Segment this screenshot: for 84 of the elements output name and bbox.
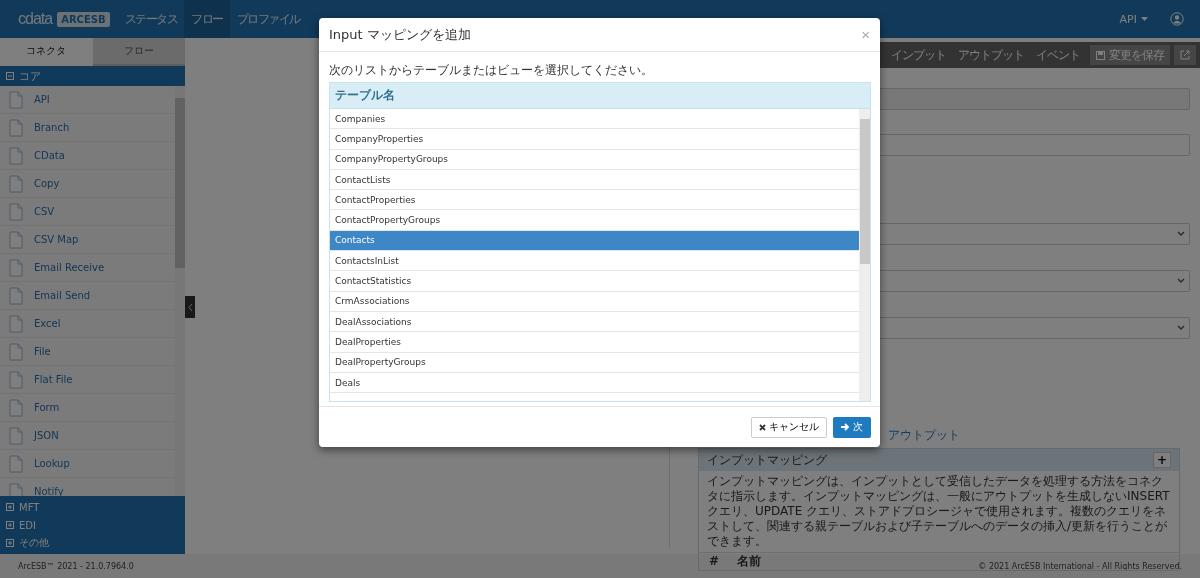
save-icon xyxy=(1096,50,1105,60)
product-badge: ARCESB xyxy=(57,11,110,27)
table-row[interactable]: ContactStatistics xyxy=(330,271,859,292)
document-icon xyxy=(8,454,24,473)
table-row[interactable]: DealAssociations xyxy=(330,311,859,333)
category-header[interactable]: EDI xyxy=(19,519,36,531)
chevron-down-icon xyxy=(1177,325,1185,331)
caret-icon xyxy=(1141,17,1148,21)
document-icon xyxy=(8,482,24,496)
description-text: インプットマッピングは、インプットとして受信したデータを処理する方法をコネクタに指示します。インプットマッピングは、一般にアウトプットを生成しないINSERT クエリ、UPDATE クエリ、ストアドプロシージャで使用されます。複数のクエリをネストして、関連する親テーブルおよび子テーブルへのデータの挿入/更新を行うことができます。 xyxy=(699,471,1179,553)
document-icon xyxy=(8,90,24,109)
table-row[interactable]: CompanyProperties xyxy=(330,129,859,150)
user-menu[interactable]: API xyxy=(1119,12,1148,26)
external-link-button[interactable] xyxy=(1174,45,1196,65)
connector-item[interactable]: Flat File xyxy=(0,366,175,394)
scrollbar[interactable] xyxy=(859,109,870,401)
table-row[interactable]: CrmAssociations xyxy=(330,291,859,312)
version-text: ArcESB™ 2021 - 21.0.7964.0 xyxy=(18,561,134,571)
instruction-text: 次のリストからテーブルまたはビューを選択してください。 xyxy=(329,62,654,79)
table-row[interactable]: DealProperties xyxy=(330,332,859,353)
next-button[interactable]: 次 xyxy=(833,416,871,438)
table-row[interactable]: ContactPropertyGroups xyxy=(330,210,859,231)
document-icon xyxy=(8,398,24,417)
user-icon[interactable] xyxy=(1170,12,1184,26)
table-row[interactable]: Contacts xyxy=(330,230,859,252)
external-link-icon xyxy=(1180,50,1190,60)
connector-item[interactable]: Lookup xyxy=(0,450,175,478)
add-button[interactable]: + xyxy=(1153,452,1171,468)
expand-icon[interactable] xyxy=(6,521,14,529)
close-icon xyxy=(759,423,766,431)
category-header[interactable]: コア xyxy=(19,68,41,84)
cancel-button[interactable]: キャンセル xyxy=(751,416,827,438)
connector-item[interactable]: CSV Map xyxy=(0,226,175,254)
card-title: インプットマッピング xyxy=(707,451,827,469)
document-icon xyxy=(8,202,24,221)
connector-item[interactable]: Email Receive xyxy=(0,254,175,282)
connector-item[interactable]: API xyxy=(0,86,175,114)
table-row[interactable]: Companies xyxy=(330,109,859,130)
nav-item[interactable]: フロー xyxy=(184,0,230,38)
connector-item[interactable]: CSV xyxy=(0,198,175,226)
column-header: テーブル名 xyxy=(330,83,870,109)
document-icon xyxy=(8,174,24,193)
collapse-handle[interactable] xyxy=(185,296,195,318)
connector-item[interactable]: File xyxy=(0,338,175,366)
category-header[interactable]: MFT xyxy=(19,501,40,513)
logo: cdata xyxy=(18,10,53,28)
column-header: # xyxy=(709,554,720,569)
connector-item[interactable]: Copy xyxy=(0,170,175,198)
connector-item[interactable]: Form xyxy=(0,394,175,422)
connector-item[interactable]: Excel xyxy=(0,310,175,338)
chevron-down-icon xyxy=(1177,231,1185,237)
arrow-right-icon xyxy=(841,423,850,431)
table-row[interactable]: ContactProperties xyxy=(330,190,859,211)
section-link[interactable]: アウトプット xyxy=(888,428,960,442)
connector-item[interactable]: CData xyxy=(0,142,175,170)
connector-item[interactable]: Branch xyxy=(0,114,175,142)
document-icon xyxy=(8,146,24,165)
chevron-down-icon xyxy=(1177,278,1185,284)
category-header[interactable]: その他 xyxy=(19,536,49,550)
expand-icon[interactable] xyxy=(6,539,14,547)
document-icon xyxy=(8,118,24,137)
table-row[interactable]: ContactLists xyxy=(330,169,859,191)
sidebar-tab[interactable]: コネクタ xyxy=(0,38,93,66)
collapse-icon[interactable] xyxy=(6,72,14,80)
table-row[interactable]: DealPropertyGroups xyxy=(330,352,859,373)
document-icon xyxy=(8,426,24,445)
nav-item[interactable]: ステータス xyxy=(117,0,185,38)
document-icon xyxy=(8,314,24,333)
connector-item[interactable]: Email Send xyxy=(0,282,175,310)
dialog-title: Input マッピングを追加 xyxy=(329,25,471,44)
document-icon xyxy=(8,286,24,305)
document-icon xyxy=(8,230,24,249)
close-button[interactable]: × xyxy=(861,26,870,43)
document-icon xyxy=(8,342,24,361)
expand-icon[interactable] xyxy=(6,503,14,511)
scrollbar[interactable] xyxy=(175,86,185,496)
table-row[interactable]: ContactsInList xyxy=(330,251,859,272)
table-row[interactable]: CompanyPropertyGroups xyxy=(330,149,859,170)
document-icon xyxy=(8,370,24,389)
nav-item[interactable]: プロファイル xyxy=(229,0,307,38)
column-header: 名前 xyxy=(737,554,762,569)
connector-item[interactable]: JSON xyxy=(0,422,175,450)
table-row[interactable]: Deals xyxy=(330,372,859,394)
document-icon xyxy=(8,258,24,277)
